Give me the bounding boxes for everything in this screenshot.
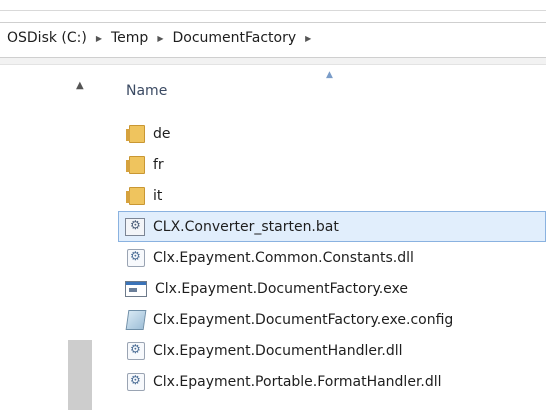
- list-item[interactable]: de: [118, 118, 546, 149]
- config-file-icon: [125, 309, 147, 330]
- dll-file-icon: [127, 341, 145, 360]
- navigation-pane[interactable]: [0, 65, 110, 410]
- breadcrumb-item-drive[interactable]: OSDisk (C:): [4, 30, 90, 46]
- file-name: fr: [153, 156, 164, 173]
- file-name: Clx.Epayment.DocumentFactory.exe.config: [153, 311, 454, 328]
- file-list: de fr it CLX.Converter_starten.bat Clx.E…: [118, 118, 546, 397]
- list-item[interactable]: Clx.Epayment.Common.Constants.dll: [118, 242, 546, 273]
- file-name: Clx.Epayment.DocumentHandler.dll: [153, 342, 403, 359]
- folder-icon: [126, 155, 145, 174]
- file-name: Clx.Epayment.Portable.FormatHandler.dll: [153, 373, 442, 390]
- list-item[interactable]: Clx.Epayment.DocumentFactory.exe.config: [118, 304, 546, 335]
- window-top-edge: [0, 0, 546, 11]
- toolbar-divider: [0, 58, 546, 65]
- file-name: CLX.Converter_starten.bat: [153, 218, 339, 235]
- column-header-name[interactable]: Name: [126, 83, 167, 99]
- list-item[interactable]: Clx.Epayment.DocumentHandler.dll: [118, 335, 546, 366]
- exe-file-icon: [125, 280, 147, 297]
- file-name: de: [153, 125, 171, 142]
- breadcrumb: OSDisk (C:) ▶ Temp ▶ DocumentFactory ▶: [4, 30, 317, 46]
- list-item[interactable]: fr: [118, 149, 546, 180]
- chevron-up-icon[interactable]: ▲: [76, 80, 84, 91]
- sort-ascending-icon: ▲: [326, 70, 333, 80]
- navigation-pane-scrollbar[interactable]: [68, 340, 92, 410]
- breadcrumb-item-temp[interactable]: Temp: [108, 30, 151, 46]
- dll-file-icon: [127, 372, 145, 391]
- chevron-right-icon[interactable]: ▶: [151, 34, 169, 43]
- list-item[interactable]: Clx.Epayment.DocumentFactory.exe: [118, 273, 546, 304]
- breadcrumb-item-documentfactory[interactable]: DocumentFactory: [169, 30, 299, 46]
- chevron-right-icon[interactable]: ▶: [90, 34, 108, 43]
- file-name: it: [153, 187, 163, 204]
- folder-icon: [126, 186, 145, 205]
- file-name: Clx.Epayment.DocumentFactory.exe: [155, 280, 409, 297]
- file-name: Clx.Epayment.Common.Constants.dll: [153, 249, 414, 266]
- chevron-right-icon[interactable]: ▶: [299, 34, 317, 43]
- list-item[interactable]: Clx.Epayment.Portable.FormatHandler.dll: [118, 366, 546, 397]
- list-item[interactable]: it: [118, 180, 546, 211]
- folder-icon: [126, 124, 145, 143]
- batch-file-icon: [125, 217, 145, 236]
- list-item-selected[interactable]: CLX.Converter_starten.bat: [118, 211, 546, 242]
- address-bar[interactable]: OSDisk (C:) ▶ Temp ▶ DocumentFactory ▶: [0, 22, 546, 58]
- dll-file-icon: [127, 248, 145, 267]
